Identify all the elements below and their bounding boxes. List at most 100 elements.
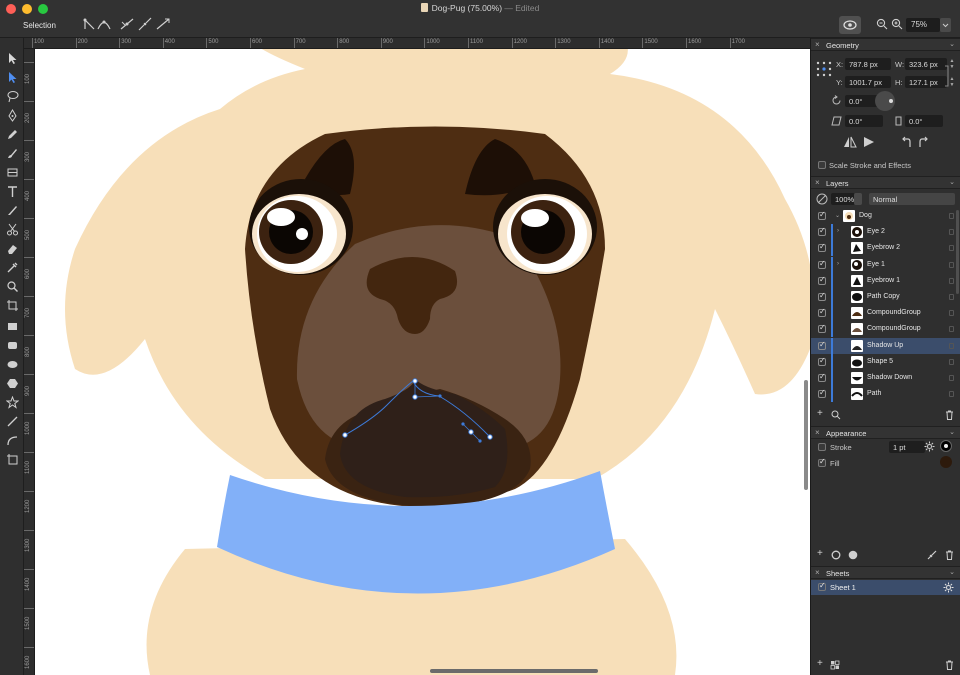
trash-icon[interactable] [945, 410, 954, 420]
layers-scrollbar[interactable] [956, 210, 959, 294]
sheet-visible-checkbox[interactable] [818, 581, 826, 591]
y-position-field[interactable]: 1001.7 px [845, 76, 891, 88]
sheet-options-icon[interactable] [830, 660, 840, 670]
gear-icon[interactable] [943, 582, 954, 593]
reverse-path-icon[interactable] [155, 16, 171, 32]
chevron-down-icon[interactable]: ⌄ [949, 178, 955, 186]
chevron-down-icon[interactable]: ⌄ [949, 40, 955, 48]
layer-row[interactable]: Eyebrow 2 [811, 240, 960, 257]
tool-arc[interactable] [3, 432, 21, 448]
add-fill-icon[interactable] [848, 550, 858, 560]
lock-icon[interactable] [949, 277, 954, 284]
blend-mode-select[interactable]: Normal [869, 193, 955, 205]
add-stroke-icon[interactable]: + [817, 548, 823, 559]
layer-visible-checkbox[interactable] [818, 307, 826, 318]
tool-pencil[interactable] [3, 126, 21, 142]
zoom-out-icon[interactable] [876, 18, 888, 30]
skew-field[interactable]: 0.0° [905, 115, 943, 127]
smooth-node-tool-icon[interactable] [96, 16, 112, 32]
layers-panel-header[interactable]: × Layers ⌄ [811, 176, 960, 189]
layer-row[interactable]: › Eye 2 [811, 224, 960, 241]
width-field[interactable]: 323.6 px [905, 58, 947, 70]
rotation-dial[interactable] [875, 91, 895, 111]
lock-icon[interactable] [949, 358, 954, 365]
add-stroke-ring-icon[interactable] [831, 550, 841, 560]
tool-pen[interactable] [3, 107, 21, 123]
layer-row[interactable]: Shape 5 [811, 353, 960, 370]
rotate-left-icon[interactable] [899, 136, 911, 148]
eye-left[interactable] [249, 179, 353, 275]
trash-icon[interactable] [945, 660, 954, 670]
flip-vertical-icon[interactable] [863, 136, 875, 148]
layer-visible-checkbox[interactable] [818, 259, 826, 269]
tool-selection[interactable] [3, 50, 21, 66]
tool-artboard[interactable] [3, 451, 21, 467]
horizontal-scrollbar[interactable] [430, 669, 598, 673]
fill-color-swatch[interactable] [940, 456, 952, 468]
lock-icon[interactable] [949, 245, 954, 252]
layer-row[interactable]: ⌄ Dog [811, 208, 960, 224]
shear-field[interactable]: 0.0° [845, 115, 883, 127]
layer-row[interactable]: Shadow Down [811, 370, 960, 386]
eye-right[interactable] [493, 179, 597, 275]
gear-icon[interactable] [924, 441, 935, 452]
layer-row[interactable]: Eyebrow 1 [811, 272, 960, 289]
lock-icon[interactable] [949, 375, 954, 381]
tool-rectangle[interactable] [3, 318, 21, 334]
add-sheet-icon[interactable]: + [817, 658, 823, 669]
tool-rounded-rectangle[interactable] [3, 337, 21, 353]
lock-icon[interactable] [949, 294, 954, 300]
stroke-checkbox[interactable] [818, 443, 826, 451]
trash-icon[interactable] [945, 550, 954, 560]
layer-row[interactable]: CompoundGroup [811, 305, 960, 322]
layer-visible-checkbox[interactable] [818, 291, 826, 301]
layer-visible-checkbox[interactable] [818, 356, 826, 366]
close-panel-icon[interactable]: × [815, 428, 820, 437]
vertical-scrollbar[interactable] [804, 380, 808, 490]
tool-ellipse[interactable] [3, 356, 21, 372]
tool-brush[interactable] [3, 145, 21, 161]
layer-row[interactable]: Path Copy [811, 289, 960, 305]
stroke-color-swatch[interactable] [940, 440, 952, 452]
tool-text[interactable] [3, 183, 21, 199]
rotate-right-icon[interactable] [919, 136, 931, 148]
close-panel-icon[interactable]: × [815, 568, 820, 577]
chevron-down-icon[interactable]: ⌄ [949, 568, 955, 576]
drawing-canvas[interactable] [35, 49, 810, 675]
lock-icon[interactable] [949, 229, 954, 236]
tool-knife[interactable] [3, 202, 21, 218]
flip-horizontal-icon[interactable] [843, 136, 857, 148]
appearance-panel-header[interactable]: × Appearance ⌄ [811, 426, 960, 439]
sheets-panel-header[interactable]: × Sheets ⌄ [811, 566, 960, 579]
tool-scissors[interactable] [3, 221, 21, 237]
layer-visible-checkbox[interactable] [818, 388, 826, 399]
stroke-width-field[interactable]: 1 pt [889, 441, 925, 453]
chevron-down-icon[interactable]: ⌄ [949, 428, 955, 436]
tool-shape-builder[interactable] [3, 164, 21, 180]
geometry-panel-header[interactable]: × Geometry ⌄ [811, 38, 960, 51]
layer-visible-checkbox[interactable] [818, 275, 826, 285]
tool-zoom[interactable] [3, 278, 21, 294]
tool-line[interactable] [3, 413, 21, 429]
tool-polygon[interactable] [3, 375, 21, 391]
pug-illustration[interactable] [35, 49, 810, 675]
tool-eraser[interactable] [3, 240, 21, 256]
zoom-level-field[interactable]: 75% [906, 18, 940, 32]
layer-row[interactable]: Path [811, 386, 960, 403]
link-proportions-icon[interactable] [944, 64, 950, 88]
clear-appearance-icon[interactable] [927, 550, 937, 560]
lock-icon[interactable] [949, 342, 954, 349]
close-panel-icon[interactable]: × [815, 178, 820, 187]
search-icon[interactable] [831, 410, 841, 420]
chevron-right-icon[interactable]: › [837, 261, 839, 267]
tool-lasso[interactable] [3, 88, 21, 104]
chevron-down-icon[interactable]: ⌄ [835, 212, 840, 219]
break-path-icon[interactable] [137, 16, 153, 32]
layer-row[interactable]: CompoundGroup [811, 321, 960, 338]
rotation-dial-handle[interactable] [889, 99, 893, 103]
opacity-dropdown-button[interactable] [854, 193, 862, 205]
join-nodes-icon[interactable] [119, 16, 135, 32]
zoom-dropdown-button[interactable] [940, 18, 951, 32]
height-field[interactable]: 127.1 px [905, 76, 947, 88]
scale-stroke-checkbox[interactable] [818, 161, 826, 169]
